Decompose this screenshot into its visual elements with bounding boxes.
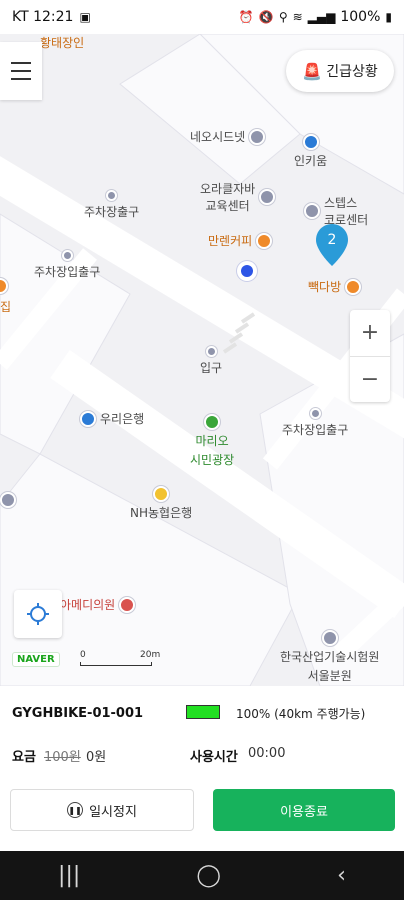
poi-label[interactable]: 오라클자바 교육센터 [200, 180, 276, 214]
zoom-control: + − [350, 310, 390, 402]
shop-icon [302, 134, 319, 150]
parking-icon [106, 190, 118, 201]
emergency-label: 긴급상황 [326, 64, 378, 80]
menu-button[interactable] [0, 42, 42, 100]
cluster-count: 2 [328, 232, 337, 248]
poi-label[interactable]: 네오시드넷 [190, 128, 266, 145]
crosshair-icon [27, 603, 49, 625]
carrier-time: KT 12:21 [12, 9, 74, 25]
back-icon[interactable]: ‹ [337, 863, 346, 888]
building-icon [321, 630, 338, 646]
battery-percent: 100% [340, 9, 381, 25]
pause-button[interactable]: ❚❚ 일시정지 [10, 789, 194, 831]
fee-original: 100원 [44, 750, 81, 765]
rental-info-panel: GYGHBIKE-01-001 100% (40km 주행가능) 요금 100원… [0, 686, 404, 851]
siren-icon: 🚨 [302, 61, 323, 81]
poi-label[interactable]: 황태장인 [40, 34, 84, 51]
pin-icon: 2 [316, 224, 348, 266]
cafe-icon [345, 278, 362, 295]
poi-label[interactable]: 우리은행 [80, 410, 144, 427]
end-label: 이용종료 [280, 804, 328, 820]
bike-cluster-pin[interactable]: 2 [316, 224, 348, 270]
parking-icon [61, 250, 73, 261]
hamburger-line-icon [11, 70, 31, 72]
end-rental-button[interactable]: 이용종료 [213, 789, 395, 831]
status-bar: KT 12:21 ▣ ⏰ 🔇 ⚲ ≋ ▂▄▆ 100% ▮ [0, 0, 404, 34]
bike-id: GYGHBIKE-01-001 [12, 706, 144, 721]
poi-label[interactable]: 만렌커피 [208, 232, 273, 249]
poi-label[interactable]: NH농협은행 [130, 486, 192, 521]
hamburger-line-icon [11, 62, 31, 64]
usage-time-value: 00:00 [248, 746, 286, 761]
poi-label[interactable]: 스텝스 코로센터 [304, 194, 368, 228]
bank-icon [80, 410, 96, 427]
building-icon [0, 492, 16, 508]
poi-label[interactable]: 주차장입출구 [34, 250, 100, 280]
zoom-in-button[interactable]: + [350, 310, 390, 357]
hamburger-line-icon [11, 78, 31, 80]
fee-label: 요금 [12, 750, 36, 765]
poi-label[interactable]: 주차장출구 [84, 190, 139, 220]
gallery-icon: ▣ [79, 10, 91, 24]
map-view[interactable]: 황태장인 네오시드넷 인키움 오라클자바 교육센터 스텝스 코로센터 주차장출구… [0, 34, 404, 686]
pause-label: 일시정지 [89, 804, 137, 820]
pause-icon: ❚❚ [67, 802, 84, 818]
locate-me-button[interactable] [14, 590, 62, 638]
screen: KT 12:21 ▣ ⏰ 🔇 ⚲ ≋ ▂▄▆ 100% ▮ 황태장인 네오시드넷… [0, 0, 404, 900]
poi-label[interactable]: 주차장입출구 [282, 408, 348, 438]
battery-text: 100% (40km 주행가능) [236, 707, 366, 721]
fee-current: 0원 [86, 750, 107, 765]
wifi-icon: ≋ [292, 10, 303, 24]
battery-icon: ▮ [385, 10, 392, 24]
signal-icon: ▂▄▆ [307, 10, 336, 24]
naver-logo: NAVER [12, 652, 60, 667]
poi-label[interactable]: 한국산업기술시험원 서울분원 [280, 630, 379, 684]
poi-label[interactable] [0, 278, 8, 294]
building-icon [249, 128, 266, 145]
cafe-icon [256, 232, 273, 249]
recents-icon[interactable]: ||| [58, 863, 80, 888]
poi-label[interactable]: 입구 [200, 346, 222, 376]
school-icon [259, 189, 276, 205]
system-nav-bar: ||| ◯ ‹ [0, 851, 404, 900]
poi-label[interactable]: 아메디의원 [60, 596, 136, 613]
mute-icon: 🔇 [258, 10, 274, 24]
location-icon: ⚲ [278, 10, 288, 24]
poi-label[interactable]: 인키움 [294, 134, 327, 169]
usage-time-label: 사용시간 [190, 750, 238, 765]
park-icon [204, 414, 221, 430]
home-icon[interactable]: ◯ [196, 863, 221, 888]
hospital-icon [119, 596, 136, 613]
current-location-marker [237, 261, 257, 281]
emergency-button[interactable]: 🚨 긴급상황 [286, 50, 394, 92]
poi-label[interactable]: 집 [0, 298, 11, 315]
poi-marker[interactable] [0, 492, 16, 508]
poi-label[interactable]: 마리오 시민광장 [190, 414, 234, 468]
bank-icon [153, 486, 170, 502]
zoom-out-button[interactable]: − [350, 357, 390, 403]
building-icon [304, 203, 320, 219]
entrance-icon [205, 346, 217, 357]
poi-label[interactable]: 빽다방 [308, 278, 362, 295]
restaurant-icon [0, 278, 8, 294]
scale-bar [80, 662, 152, 666]
parking-icon [309, 408, 321, 419]
battery-level-icon [186, 705, 220, 719]
alarm-icon: ⏰ [238, 10, 254, 24]
